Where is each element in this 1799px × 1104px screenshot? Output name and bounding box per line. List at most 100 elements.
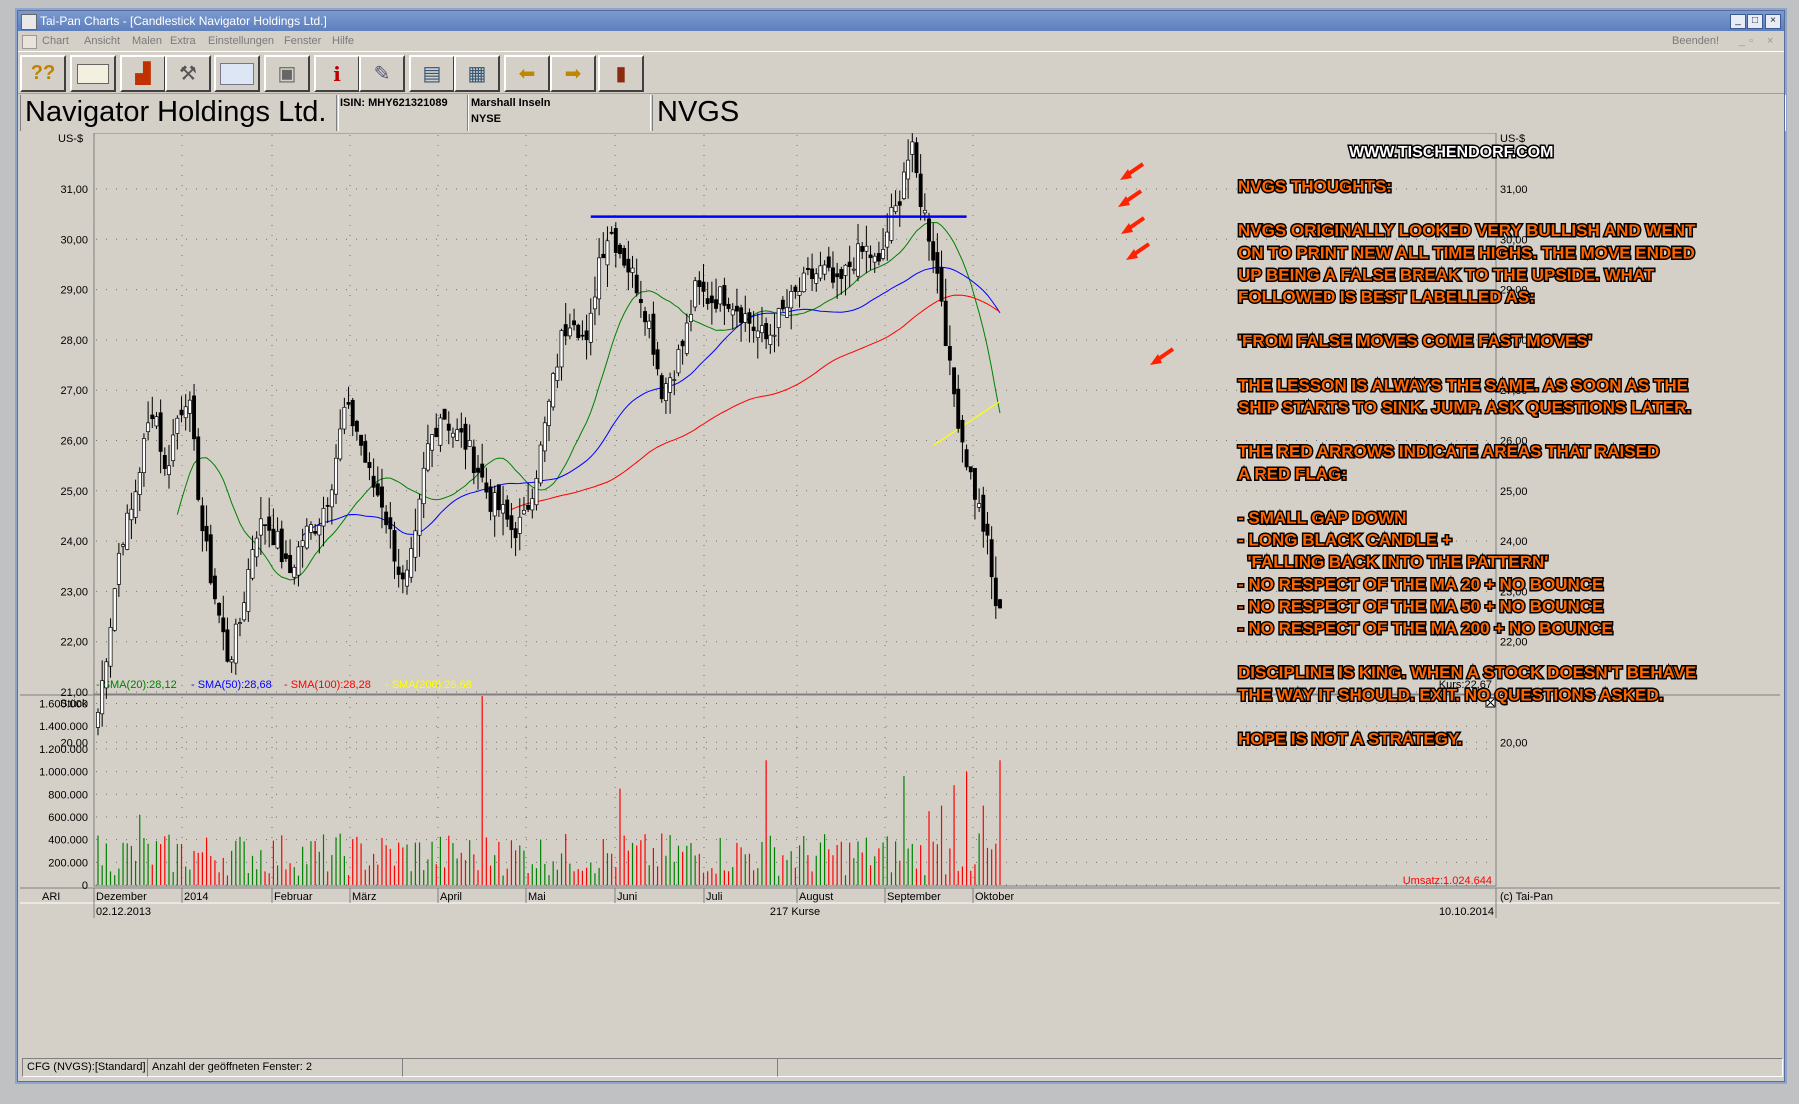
month-label: Mai: [528, 891, 546, 903]
menu-malen[interactable]: Malen: [132, 32, 162, 51]
candle-body: [881, 249, 886, 259]
candle-body: [480, 463, 485, 478]
candle-body: [592, 296, 597, 310]
candle-body: [922, 209, 927, 214]
candle-body: [526, 504, 531, 510]
candle-body: [755, 330, 760, 338]
candle-body: [843, 264, 848, 276]
title-bar[interactable]: Tai-Pan Charts - [Candlestick Navigator …: [18, 11, 1784, 31]
umsatz-label: Umsatz:1.024.644: [1403, 875, 1492, 887]
candle-body: [304, 525, 309, 549]
candle-body: [822, 264, 827, 275]
menu-beenden[interactable]: Beenden!: [1672, 32, 1719, 51]
candle-body: [885, 231, 890, 248]
info-icon[interactable]: i: [314, 55, 360, 92]
mdi-restore-icon[interactable]: ▫: [1749, 32, 1753, 51]
candle-body: [434, 427, 439, 438]
unit-label-left: US-$: [58, 133, 83, 145]
mdi-minimize-icon[interactable]: _: [1739, 32, 1745, 51]
exit-door-icon[interactable]: ▮: [598, 55, 644, 92]
candle-body: [872, 255, 877, 263]
candle-body: [588, 312, 593, 343]
candle-body: [689, 314, 693, 323]
month-label: Juni: [617, 891, 637, 903]
news-icon[interactable]: [214, 55, 260, 92]
candle-body: [780, 299, 785, 310]
candle-body: [505, 499, 510, 520]
annotation-line: THE RED ARROWS INDICATE AREAS THAT RAISE…: [1238, 442, 1659, 461]
chart-area: US-$ US-$ 31,00 31,00 30,00 30,00 29,00 29,00 28…: [20, 132, 1780, 1053]
candle-body: [663, 383, 668, 401]
candle-body: [354, 420, 359, 432]
menu-chart[interactable]: Chart: [42, 32, 69, 51]
country-label: Marshall Inseln: [471, 97, 551, 109]
candle-body: [851, 268, 856, 271]
candle-body: [584, 330, 589, 341]
candle-body: [772, 334, 777, 337]
status-config: CFG (NVGS):[Standard]: [22, 1058, 148, 1077]
book-icon[interactable]: [70, 55, 116, 92]
candle-body: [396, 566, 401, 575]
y-tick-label-left: 26,00: [60, 436, 88, 448]
candle-body: [325, 505, 330, 507]
candle-body: [100, 680, 105, 715]
candle-body: [359, 434, 364, 446]
candle-body: [471, 446, 476, 474]
candle-body: [334, 457, 338, 495]
candle-body: [509, 515, 514, 531]
y-tick-label-left: 24,00: [60, 536, 88, 548]
menu-einstellungen[interactable]: Einstellungen: [208, 32, 274, 51]
sma-label: - SMA(50):28,68: [191, 679, 272, 691]
candle-body: [400, 572, 405, 580]
candle-body: [551, 373, 556, 408]
annotation-line: - LONG BLACK CANDLE +: [1238, 531, 1452, 550]
mdi-close-icon[interactable]: ×: [1767, 32, 1773, 51]
candle-body: [856, 243, 860, 277]
menu-hilfe[interactable]: Hilfe: [332, 32, 354, 51]
menu-extra[interactable]: Extra: [170, 32, 196, 51]
printer-icon[interactable]: ▣: [264, 55, 310, 92]
candle-body: [947, 346, 952, 361]
candle-body: [618, 244, 622, 255]
maximize-icon[interactable]: □: [1747, 14, 1763, 29]
annotation-line: - NO RESPECT OF THE MA 20 + NO BOUNCE: [1238, 575, 1603, 594]
candle-body: [263, 524, 267, 527]
pen-icon[interactable]: ✎: [359, 55, 405, 92]
candle-body: [200, 505, 205, 532]
candle-body: [116, 552, 121, 585]
candle-body: [993, 577, 998, 607]
candle-body: [876, 253, 881, 262]
y-tick-label-right: 22,00: [1500, 637, 1528, 649]
exchange-label: NYSE: [471, 113, 501, 125]
table-icon[interactable]: ▦: [454, 55, 500, 92]
candle-body: [492, 492, 497, 517]
help-icon[interactable]: ??: [20, 55, 66, 92]
candle-body: [768, 334, 773, 345]
tools-icon[interactable]: ⚒: [165, 55, 211, 92]
chart-icon[interactable]: ▟: [120, 55, 166, 92]
sma-label: - SMA(200):26,68: [385, 679, 472, 691]
candle-body: [338, 428, 343, 460]
candle-body: [405, 569, 409, 587]
status-window-count: Anzahl der geöffneten Fenster: 2: [147, 1058, 403, 1077]
monitor-icon[interactable]: ▤: [409, 55, 455, 92]
back-arrow-icon[interactable]: ⬅: [504, 55, 550, 92]
candle-body: [776, 308, 781, 328]
candle-body: [547, 400, 551, 426]
app-window: Tai-Pan Charts - [Candlestick Navigator …: [17, 10, 1786, 1082]
candlestick-chart[interactable]: US-$ US-$31,00 31,0030,00 30,0029,00 29,0028…: [20, 132, 1780, 1053]
close-icon[interactable]: ×: [1765, 14, 1781, 29]
minimize-icon[interactable]: _: [1730, 14, 1746, 29]
candle-body: [229, 659, 234, 663]
candle-body: [805, 268, 810, 271]
candle-body: [154, 416, 159, 427]
count-label: 217 Kurse: [770, 906, 820, 918]
menu-fenster[interactable]: Fenster: [284, 32, 321, 51]
candle-body: [764, 323, 769, 340]
y-tick-label-right: 25,00: [1500, 486, 1528, 498]
forward-arrow-icon[interactable]: ➡: [550, 55, 596, 92]
candle-body: [730, 309, 735, 316]
annotation-line: - SMALL GAP DOWN: [1238, 509, 1406, 528]
candle-body: [96, 712, 100, 728]
menu-ansicht[interactable]: Ansicht: [84, 32, 120, 51]
